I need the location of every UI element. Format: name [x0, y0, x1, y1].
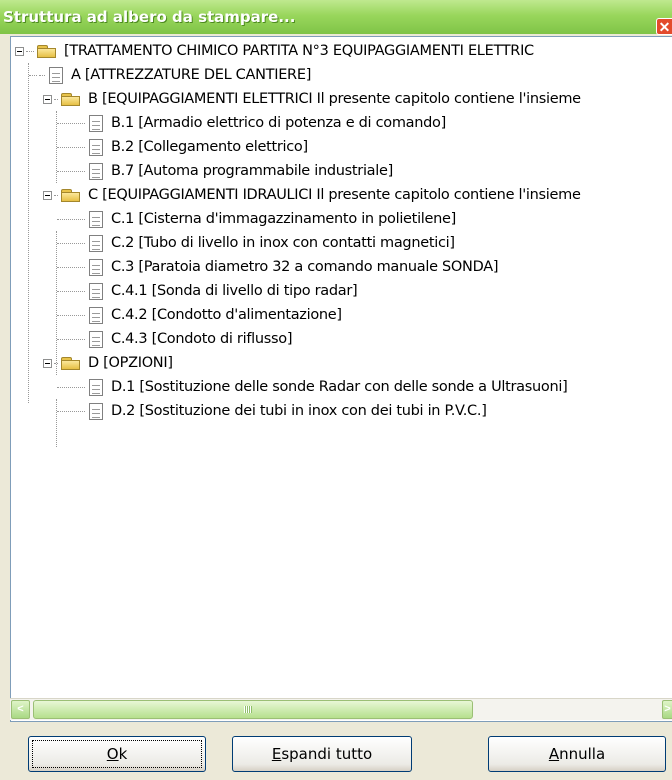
- tree-node-label: C.4.2 [Condotto d'alimentazione]: [111, 307, 342, 323]
- tree-node-label: C.1 [Cisterna d'immagazzinamento in poli…: [111, 211, 457, 227]
- tree-node-c[interactable]: C [EQUIPAGGIAMENTI IDRAULICI Il presente…: [43, 183, 581, 207]
- ok-label-rest: k: [118, 745, 128, 763]
- dialog-window: Struttura ad albero da stampare... ✕ [TR…: [0, 0, 672, 780]
- tree-node-label: C.3 [Paratoia diametro 32 a comando manu…: [111, 259, 499, 275]
- tree-connector: [57, 290, 85, 292]
- tree-connector: [57, 386, 85, 388]
- tree-connector: [57, 338, 85, 340]
- tree-node-a[interactable]: A [ATTREZZATURE DEL CANTIERE]: [29, 63, 311, 87]
- document-icon: [49, 66, 63, 84]
- tree-node-c1[interactable]: C.1 [Cisterna d'immagazzinamento in poli…: [57, 207, 456, 231]
- tree-node-label: D.1 [Sostituzione delle sonde Radar con …: [111, 379, 568, 395]
- tree-connector: [57, 170, 85, 172]
- cancel-accelerator: A: [548, 745, 560, 763]
- tree-connector: [57, 122, 85, 124]
- tree-node-label: C.4.1 [Sonda di livello di tipo radar]: [111, 283, 358, 299]
- scroll-right-button[interactable]: >: [662, 700, 672, 719]
- collapse-toggle[interactable]: [43, 358, 52, 368]
- tree-node-d1[interactable]: D.1 [Sostituzione delle sonde Radar con …: [57, 375, 568, 399]
- scrollbar-thumb[interactable]: [33, 700, 473, 719]
- tree-node-label: [TRATTAMENTO CHIMICO PARTITA N°3 EQUIPAG…: [64, 43, 534, 59]
- tree-connector: [29, 74, 37, 76]
- document-icon: [89, 114, 103, 132]
- tree-connector: [57, 242, 85, 244]
- tree-node-label: B [EQUIPAGGIAMENTI ELETTRICI Il presente…: [88, 91, 581, 107]
- tree-node-b[interactable]: B [EQUIPAGGIAMENTI ELETTRICI Il presente…: [43, 87, 581, 111]
- button-bar: Ok Espandi tutto Annulla: [0, 724, 672, 780]
- ok-button[interactable]: Ok: [28, 736, 206, 772]
- tree-connector: [57, 146, 85, 148]
- tree-node-d[interactable]: D [OPZIONI]: [43, 351, 173, 375]
- window-title: Struttura ad albero da stampare...: [3, 8, 296, 26]
- tree-node-c2[interactable]: C.2 [Tubo di livello in inox con contatt…: [57, 231, 455, 255]
- collapse-toggle[interactable]: [15, 46, 24, 56]
- horizontal-scrollbar[interactable]: < >: [10, 698, 672, 720]
- tree-view[interactable]: [TRATTAMENTO CHIMICO PARTITA N°3 EQUIPAG…: [10, 36, 672, 722]
- document-icon: [89, 234, 103, 252]
- tree-connector: [57, 314, 85, 316]
- tree-node-label: B.7 [Automa programmabile industriale]: [111, 163, 393, 179]
- folder-open-icon: [60, 91, 82, 107]
- title-bar[interactable]: Struttura ad albero da stampare... ✕: [0, 0, 672, 35]
- collapse-toggle[interactable]: [43, 94, 52, 104]
- tree-node-label: D [OPZIONI]: [88, 355, 173, 371]
- chevron-right-icon: >: [664, 703, 671, 715]
- document-icon: [89, 282, 103, 300]
- document-icon: [89, 378, 103, 396]
- close-button[interactable]: ✕: [656, 18, 672, 35]
- tree-node-d2[interactable]: D.2 [Sostituzione dei tubi in inox con d…: [57, 399, 487, 423]
- tree-connector: [57, 410, 85, 412]
- expand-all-button[interactable]: Espandi tutto: [232, 736, 412, 772]
- document-icon: [89, 402, 103, 420]
- expand-label-rest: spandi tutto: [281, 745, 373, 763]
- folder-open-icon: [60, 355, 82, 371]
- cancel-label-rest: nnulla: [559, 745, 606, 763]
- tree-node-label: A [ATTREZZATURE DEL CANTIERE]: [71, 67, 312, 83]
- chevron-left-icon: <: [17, 703, 24, 715]
- tree-node-b2[interactable]: B.2 [Collegamento elettrico]: [57, 135, 308, 159]
- tree-connector: [39, 74, 45, 76]
- tree-connector: [57, 266, 85, 268]
- tree-connector: [57, 218, 85, 220]
- document-icon: [89, 330, 103, 348]
- tree-node-b1[interactable]: B.1 [Armadio elettrico di potenza e di c…: [57, 111, 446, 135]
- expand-accelerator: E: [271, 745, 282, 763]
- tree-connector: [54, 194, 58, 196]
- document-icon: [89, 210, 103, 228]
- folder-open-icon: [36, 43, 58, 59]
- tree-node-label: C.4.3 [Condoto di riflusso]: [111, 331, 293, 347]
- cancel-button[interactable]: Annulla: [488, 736, 666, 772]
- tree-node-label: C.2 [Tubo di livello in inox con contatt…: [111, 235, 455, 251]
- document-icon: [89, 162, 103, 180]
- folder-open-icon: [60, 187, 82, 203]
- tree-node-label: D.2 [Sostituzione dei tubi in inox con d…: [111, 403, 487, 419]
- tree-node-c3[interactable]: C.3 [Paratoia diametro 32 a comando manu…: [57, 255, 498, 279]
- ok-accelerator: O: [106, 745, 119, 763]
- close-icon: ✕: [658, 19, 671, 35]
- tree-node-c42[interactable]: C.4.2 [Condotto d'alimentazione]: [57, 303, 342, 327]
- tree-connector: [28, 63, 29, 403]
- tree-connector: [26, 50, 34, 52]
- scroll-left-button[interactable]: <: [11, 700, 30, 719]
- tree-node-root[interactable]: [TRATTAMENTO CHIMICO PARTITA N°3 EQUIPAG…: [15, 39, 534, 63]
- tree-node-c41[interactable]: C.4.1 [Sonda di livello di tipo radar]: [57, 279, 358, 303]
- document-icon: [89, 138, 103, 156]
- tree-connector: [54, 98, 58, 100]
- tree-node-label: B.1 [Armadio elettrico di potenza e di c…: [111, 115, 446, 131]
- document-icon: [89, 258, 103, 276]
- document-icon: [89, 306, 103, 324]
- tree-node-label: C [EQUIPAGGIAMENTI IDRAULICI Il presente…: [88, 187, 581, 203]
- tree-node-b7[interactable]: B.7 [Automa programmabile industriale]: [57, 159, 393, 183]
- collapse-toggle[interactable]: [43, 190, 52, 200]
- tree-node-c43[interactable]: C.4.3 [Condoto di riflusso]: [57, 327, 292, 351]
- tree-node-label: B.2 [Collegamento elettrico]: [111, 139, 308, 155]
- tree-connector: [54, 362, 58, 364]
